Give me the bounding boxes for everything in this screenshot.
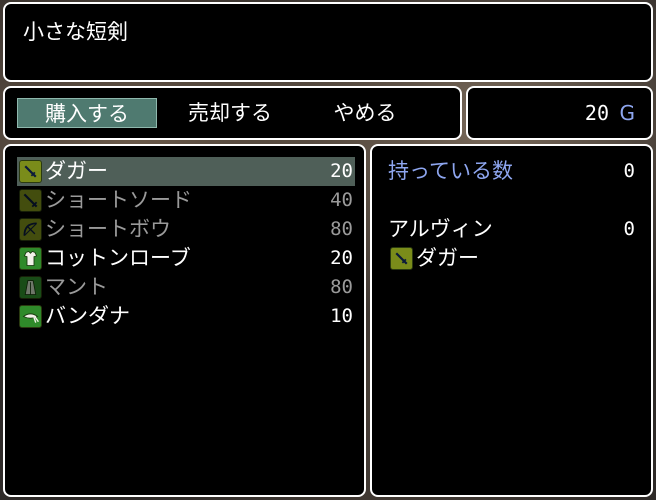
shop-item-short-sword[interactable]: ショートソード 40 bbox=[17, 186, 355, 215]
gold-window: 20 G bbox=[466, 86, 653, 140]
shop-item-cloak[interactable]: マント 80 bbox=[17, 273, 355, 302]
equipped-item-name: ダガー bbox=[416, 246, 479, 270]
shop-item-short-bow[interactable]: ショートボウ 80 bbox=[17, 215, 355, 244]
sell-command[interactable]: 売却する bbox=[165, 98, 295, 128]
item-name: ダガー bbox=[45, 159, 108, 183]
dagger-icon bbox=[19, 160, 42, 183]
actor-equipped-item: ダガー bbox=[390, 244, 590, 273]
item-price: 40 bbox=[330, 189, 353, 211]
possession-value: 0 bbox=[623, 160, 635, 182]
shop-item-bandana[interactable]: バンダナ 10 bbox=[17, 302, 355, 331]
sword-icon bbox=[19, 189, 42, 212]
item-price: 20 bbox=[330, 160, 353, 182]
item-price: 80 bbox=[330, 276, 353, 298]
item-price: 20 bbox=[330, 247, 353, 269]
gold-unit: G bbox=[619, 101, 636, 125]
item-description: 小さな短剣 bbox=[23, 20, 128, 44]
shop-item-dagger[interactable]: ダガー 20 bbox=[17, 157, 355, 186]
gold-amount: 20 bbox=[584, 101, 609, 125]
actor-name: アルヴィン bbox=[388, 217, 493, 241]
robe-icon bbox=[19, 247, 42, 270]
item-name: マント bbox=[45, 275, 108, 299]
item-name: ショートボウ bbox=[45, 217, 171, 241]
actor-equip-value: 0 bbox=[623, 218, 635, 240]
command-window: 購入する 売却する やめる bbox=[3, 86, 462, 140]
buy-list-window: ダガー 20 ショートソード 40 ショートボウ 80 コットンローブ 20 マ… bbox=[3, 144, 366, 497]
item-name: バンダナ bbox=[45, 304, 131, 328]
bandana-icon bbox=[19, 305, 42, 328]
item-price: 80 bbox=[330, 218, 353, 240]
bow-icon bbox=[19, 218, 42, 241]
help-window: 小さな短剣 bbox=[3, 2, 653, 82]
item-name: ショートソード bbox=[45, 188, 192, 212]
cancel-command[interactable]: やめる bbox=[305, 98, 425, 128]
buy-command[interactable]: 購入する bbox=[17, 98, 157, 128]
shop-item-cotton-robe[interactable]: コットンローブ 20 bbox=[17, 244, 355, 273]
possession-label: 持っている数 bbox=[388, 159, 513, 183]
item-name: コットンローブ bbox=[45, 246, 191, 270]
status-window: 持っている数 0 アルヴィン 0 ダガー bbox=[370, 144, 653, 497]
item-price: 10 bbox=[330, 305, 353, 327]
cloak-icon bbox=[19, 276, 42, 299]
dagger-icon bbox=[390, 247, 413, 270]
